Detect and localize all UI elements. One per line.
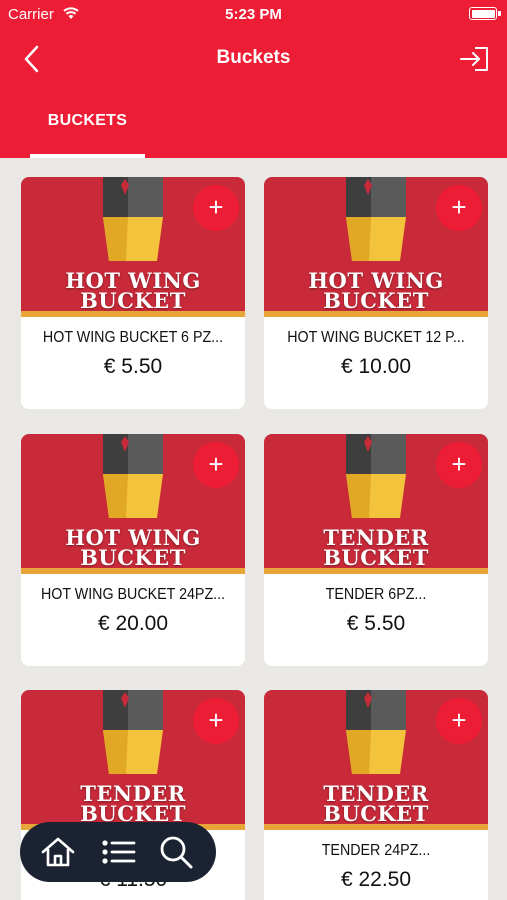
list-icon <box>102 840 136 864</box>
image-caption: Hot Wing Bucket <box>264 270 488 313</box>
add-to-cart-button[interactable]: + <box>193 185 239 231</box>
product-price: € 20.00 <box>97 612 169 635</box>
product-name: TENDER 24PZ... <box>321 842 431 859</box>
product-card[interactable]: Hot Wing Bucket + HOT WING BUCKET 12 P... € … <box>264 177 488 409</box>
product-price: € 5.50 <box>346 612 406 635</box>
image-floor <box>21 568 245 574</box>
tab-label: BUCKETS <box>47 112 128 129</box>
image-floor <box>21 311 245 317</box>
image-caption-line: Bucket <box>80 545 186 570</box>
bottom-nav <box>20 822 216 882</box>
image-caption-line: Bucket <box>323 801 429 826</box>
image-caption: Tender Bucket <box>264 783 488 826</box>
product-price: € 5.50 <box>103 355 163 378</box>
bucket-image <box>103 177 163 261</box>
product-card[interactable]: Tender Bucket + TENDER 6PZ... € 5.50 <box>264 434 488 666</box>
image-floor <box>264 311 488 317</box>
image-caption-line: Bucket <box>80 801 186 826</box>
add-to-cart-button[interactable]: + <box>436 442 482 488</box>
image-floor <box>264 824 488 830</box>
product-card[interactable]: Tender Bucket + TENDER 24PZ... € 22.50 <box>264 690 488 900</box>
nav-search[interactable] <box>156 832 196 872</box>
bucket-image <box>346 434 406 518</box>
image-caption: Hot Wing Bucket <box>21 270 245 313</box>
product-name: TENDER 6PZ... <box>325 586 427 603</box>
tab-buckets[interactable]: BUCKETS <box>30 98 145 158</box>
logout-button[interactable] <box>457 42 493 76</box>
status-bar: Carrier 5:23 PM <box>0 0 507 28</box>
image-caption-line: Bucket <box>323 288 429 313</box>
product-name: HOT WING BUCKET 24PZ... <box>40 586 226 603</box>
bucket-image <box>346 177 406 261</box>
product-card[interactable]: Hot Wing Bucket + HOT WING BUCKET 24PZ... € … <box>21 434 245 666</box>
battery-icon <box>469 7 501 20</box>
product-grid: Hot Wing Bucket + HOT WING BUCKET 6 PZ... € … <box>0 158 507 900</box>
add-to-cart-button[interactable]: + <box>436 185 482 231</box>
image-caption: Tender Bucket <box>21 783 245 826</box>
image-caption-line: Bucket <box>80 288 186 313</box>
product-name: HOT WING BUCKET 12 P... <box>287 329 465 346</box>
bucket-image <box>346 690 406 774</box>
page-title: Buckets <box>216 47 291 68</box>
image-caption: Tender Bucket <box>264 527 488 570</box>
image-caption: Hot Wing Bucket <box>21 527 245 570</box>
search-icon <box>160 836 193 869</box>
nav-home[interactable] <box>38 832 78 872</box>
sign-out-icon <box>460 47 488 71</box>
add-to-cart-button[interactable]: + <box>193 442 239 488</box>
product-price: € 22.50 <box>340 868 412 891</box>
add-to-cart-button[interactable]: + <box>193 698 239 744</box>
product-card[interactable]: Hot Wing Bucket + HOT WING BUCKET 6 PZ... € … <box>21 177 245 409</box>
product-name: HOT WING BUCKET 6 PZ... <box>42 329 224 346</box>
image-floor <box>264 568 488 574</box>
nav-menu[interactable] <box>98 832 138 872</box>
status-time: 5:23 PM <box>225 6 282 23</box>
product-price: € 10.00 <box>340 355 412 378</box>
app-header: Carrier 5:23 PM Buckets BUCKETS <box>0 0 507 158</box>
bucket-image <box>103 690 163 774</box>
home-icon <box>41 837 75 867</box>
bucket-image <box>103 434 163 518</box>
add-to-cart-button[interactable]: + <box>436 698 482 744</box>
image-caption-line: Bucket <box>323 545 429 570</box>
